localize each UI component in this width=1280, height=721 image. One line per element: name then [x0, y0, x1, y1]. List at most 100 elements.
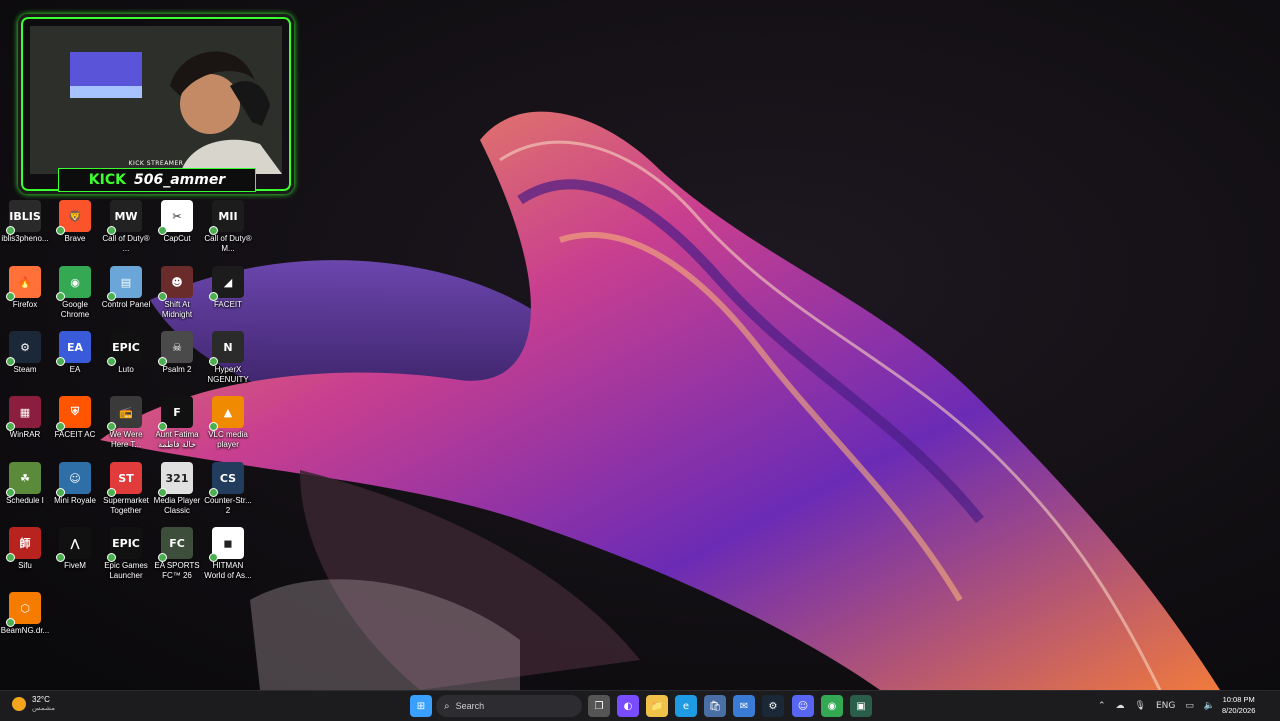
desktop-shortcut[interactable]: 📻 We Were Here T... [101, 396, 151, 450]
sync-check-icon [107, 553, 116, 562]
desktop-shortcut[interactable]: EPIC Luto [101, 331, 151, 375]
desktop-shortcut[interactable]: ◢ FACEIT [203, 266, 253, 310]
desktop-shortcut[interactable]: ST Supermarket Together [101, 462, 151, 516]
supermarket-together-icon: ST [107, 462, 142, 497]
desktop-shortcut[interactable]: ✂ CapCut [152, 200, 202, 244]
volume-icon[interactable]: 🔈 [1204, 701, 1215, 711]
desktop-shortcut[interactable]: F Aunt Fatima خالة فاطمة [152, 396, 202, 450]
chevron-up-icon[interactable]: ⌃ [1098, 701, 1106, 711]
steam-icon: ⚙ [6, 331, 41, 366]
sync-check-icon [6, 357, 15, 366]
webcam-frame [18, 14, 294, 194]
clock[interactable]: 10:08 PM 8/20/2026 [1222, 694, 1255, 716]
sync-check-icon [107, 488, 116, 497]
search-icon: ⌕ [444, 700, 450, 712]
shortcut-label: Epic Games Launcher [104, 561, 148, 580]
shortcut-label: CapCut [163, 234, 191, 243]
shortcut-label: Luto [118, 365, 134, 374]
shortcut-label: FiveM [64, 561, 86, 570]
weather-widget[interactable]: 32°C مشمس [12, 695, 55, 712]
desktop-shortcut[interactable]: ▦ WinRAR [0, 396, 50, 440]
edge-icon[interactable]: e [675, 695, 697, 717]
shortcut-label: Control Panel [101, 300, 151, 309]
shortcut-label: Mini Royale [54, 496, 96, 505]
desktop-shortcut[interactable]: EPIC Epic Games Launcher [101, 527, 151, 581]
shortcut-label: Supermarket Together [103, 496, 149, 515]
desktop-shortcut[interactable]: ◉ Google Chrome [50, 266, 100, 320]
language-indicator[interactable]: ENG [1156, 701, 1175, 711]
shortcut-label: FACEIT [213, 300, 242, 309]
app-taskbar-icon[interactable]: ▣ [850, 695, 872, 717]
desktop-shortcut[interactable]: ☠ Psalm 2 [152, 331, 202, 375]
chrome-taskbar-icon[interactable]: ◉ [821, 695, 843, 717]
luto-epic-icon: EPIC [107, 331, 142, 366]
shift-at-midnight-icon: ☻ [158, 266, 193, 301]
desktop-shortcut[interactable]: ⋀ FiveM [50, 527, 100, 571]
desktop-shortcut[interactable]: 321 Media Player Classic [152, 462, 202, 516]
steam-taskbar-icon[interactable]: ⚙ [762, 695, 784, 717]
sync-check-icon [158, 488, 167, 497]
brave-icon: 🦁 [56, 200, 91, 235]
desktop-shortcut[interactable]: EA EA [50, 331, 100, 375]
file-explorer-icon[interactable]: 📁 [646, 695, 668, 717]
sync-check-icon [56, 226, 65, 235]
desktop-shortcut[interactable]: MW Call of Duty® ... [101, 200, 151, 254]
onedrive-icon[interactable]: ☁ [1116, 701, 1125, 711]
desktop-shortcut[interactable]: ☺ Mini Royale [50, 462, 100, 506]
taskbar-search[interactable]: ⌕ Search [436, 695, 582, 717]
counter-strike-2-icon: CS [209, 462, 244, 497]
sync-check-icon [209, 357, 218, 366]
winrar-icon: ▦ [6, 396, 41, 431]
weather-temp: 32°C [32, 695, 50, 704]
shortcut-label: Call of Duty® ... [102, 234, 150, 253]
overlay-nameplate: KICK 506_ammer [58, 168, 256, 192]
desktop-shortcut[interactable]: IBLIS iblis3pheno... [0, 200, 50, 244]
desktop-shortcut[interactable]: ☻ Shift At Midnight [152, 266, 202, 320]
desktop-shortcut[interactable]: N HyperX NGENUITY [203, 331, 253, 385]
sync-check-icon [6, 488, 15, 497]
discord-icon[interactable]: ☺ [792, 695, 814, 717]
desktop-shortcut[interactable]: FC EA SPORTS FC™ 26 [152, 527, 202, 581]
overlay-streamer-name: 506_ammer [133, 172, 226, 188]
sync-check-icon [6, 226, 15, 235]
hyperx-ngenuity-icon: N [209, 331, 244, 366]
desktop-shortcut[interactable]: 師 Sifu [0, 527, 50, 571]
desktop-shortcut[interactable]: MII Call of Duty® M... [203, 200, 253, 254]
shortcut-label: Psalm 2 [162, 365, 192, 374]
desktop-shortcut[interactable]: 🔥 Firefox [0, 266, 50, 310]
sync-check-icon [209, 422, 218, 431]
desktop-shortcut[interactable]: ⛨ FACEIT AC [50, 396, 100, 440]
ea-sports-fc-icon: FC [158, 527, 193, 562]
desktop-shortcut[interactable]: ▤ Control Panel [101, 266, 151, 310]
network-icon[interactable]: ▭ [1185, 701, 1194, 711]
firefox-icon: 🔥 [6, 266, 41, 301]
mail-icon[interactable]: ✉ [733, 695, 755, 717]
start-icon[interactable]: ⊞ [410, 695, 432, 717]
store-icon[interactable]: 🛍 [704, 695, 726, 717]
shortcut-label: Steam [13, 365, 37, 374]
webcam-overlay: KICK STREAMER KICK 506_ammer [18, 14, 294, 194]
sync-check-icon [107, 226, 116, 235]
task-view-icon[interactable]: ❐ [588, 695, 610, 717]
microphone-icon[interactable]: 🎙 [1135, 701, 1146, 711]
desktop-shortcut[interactable]: ⚙ Steam [0, 331, 50, 375]
desktop-shortcut[interactable]: 🦁 Brave [50, 200, 100, 244]
clock-time: 10:08 PM [1222, 695, 1255, 704]
shortcut-label: We Were Here T... [109, 430, 143, 449]
we-were-here-icon: 📻 [107, 396, 142, 431]
aunt-fatima-icon: F [158, 396, 193, 431]
sync-check-icon [158, 226, 167, 235]
vlc-icon: ▲ [209, 396, 244, 431]
sync-check-icon [56, 553, 65, 562]
overlay-subtitle: KICK STREAMER [128, 160, 184, 167]
widgets-icon[interactable]: ◐ [617, 695, 639, 717]
shortcut-label: Aunt Fatima خالة فاطمة [155, 430, 199, 449]
desktop-shortcut[interactable]: ◼ HITMAN World of As... [203, 527, 253, 581]
sync-check-icon [158, 422, 167, 431]
desktop-shortcut[interactable]: ☘ Schedule I [0, 462, 50, 506]
desktop-shortcut[interactable]: ⬡ BeamNG.dr... [0, 592, 50, 636]
sync-check-icon [209, 292, 218, 301]
desktop-shortcut[interactable]: CS Counter-Str... 2 [203, 462, 253, 516]
desktop-shortcut[interactable]: ▲ VLC media player [203, 396, 253, 450]
sync-check-icon [56, 292, 65, 301]
